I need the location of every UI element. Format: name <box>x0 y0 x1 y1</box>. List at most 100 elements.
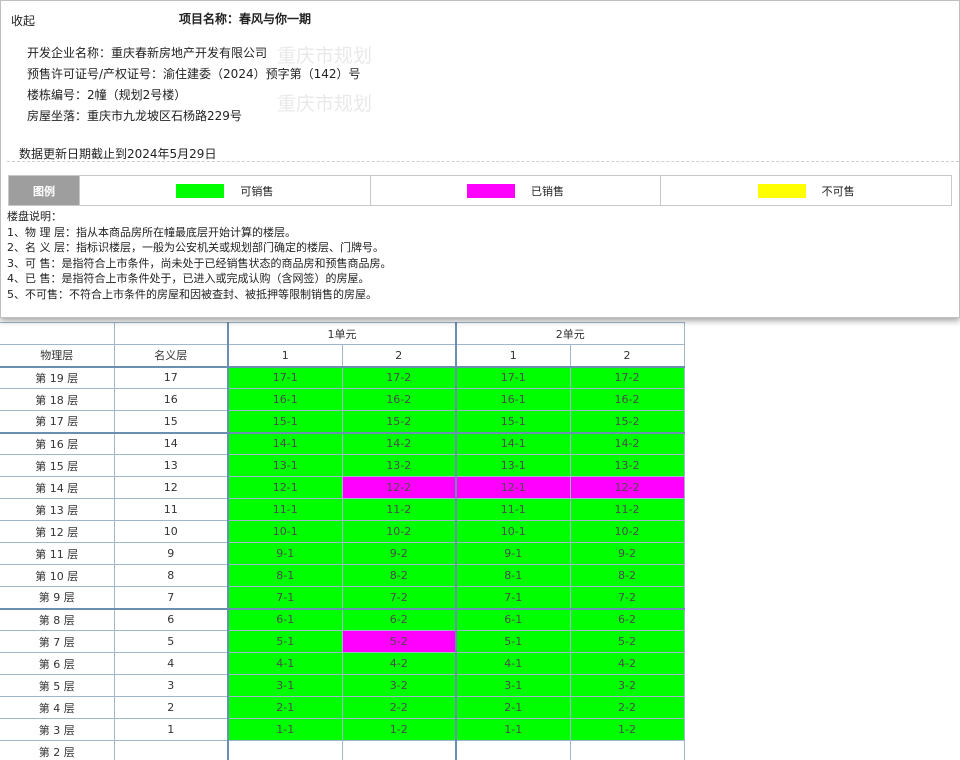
unit-cell[interactable]: 11-1 <box>455 498 571 521</box>
legend-swatch-available <box>176 183 225 198</box>
legend-item-available: 可销售 <box>79 176 370 205</box>
legend-bar: 图例 可销售 已销售 不可售 <box>8 175 952 206</box>
unit-cell[interactable]: 10-1 <box>227 520 343 543</box>
unit-cell[interactable]: 9-2 <box>341 542 457 565</box>
nominal-floor: 16 <box>113 388 229 411</box>
physical-floor: 第 2 层 <box>0 740 115 760</box>
nominal-floor: 3 <box>113 674 229 697</box>
unit-cell[interactable]: 11-2 <box>569 498 685 521</box>
note-item: 4、已 售：是指符合上市条件处于，已进入或完成认购（含网签）的房屋。 <box>7 272 370 285</box>
unit-cell[interactable]: 14-1 <box>227 431 343 455</box>
unit-cell[interactable]: 4-1 <box>227 652 343 675</box>
unit-cell[interactable]: 16-2 <box>341 388 457 411</box>
unit-cell[interactable]: 16-2 <box>569 388 685 411</box>
unit-cell[interactable]: 4-2 <box>341 652 457 675</box>
floor-row: 第 17 层 15 15-1 15-2 15-1 15-2 <box>0 410 685 433</box>
unit-cell[interactable]: 1-1 <box>227 718 343 741</box>
floor-row: 第 12 层 10 10-1 10-2 10-1 10-2 <box>0 520 685 543</box>
unit-cell[interactable]: 16-1 <box>455 388 571 411</box>
unit-cell[interactable]: 7-1 <box>455 586 571 609</box>
unit-cell[interactable]: 8-2 <box>569 564 685 587</box>
unit-cell[interactable]: 5-2 <box>569 630 685 653</box>
unit-cell[interactable]: 13-1 <box>227 454 343 477</box>
unit-cell[interactable]: 12-2 <box>341 476 457 499</box>
floor-row: 第 2 层 <box>0 740 685 760</box>
unit-cell[interactable]: 8-1 <box>227 564 343 587</box>
unit-cell[interactable]: 5-2 <box>341 630 457 653</box>
unit-cell[interactable]: 15-2 <box>569 410 685 433</box>
floor-row: 第 11 层 9 9-1 9-2 9-1 9-2 <box>0 542 685 565</box>
note-item: 5、不可售：不符合上市条件的房屋和因被查封、被抵押等限制销售的房屋。 <box>7 287 377 301</box>
legend-item-unavailable: 不可售 <box>660 176 951 205</box>
physical-floor: 第 15 层 <box>0 454 115 477</box>
unit-cell[interactable]: 11-2 <box>341 498 457 521</box>
collapse-button[interactable]: 收起 <box>11 12 35 29</box>
unit-cell[interactable]: 2-2 <box>569 696 685 719</box>
nominal-floor: 15 <box>113 410 229 433</box>
unit-cell[interactable]: 6-1 <box>227 607 343 631</box>
unit-cell[interactable]: 8-1 <box>455 564 571 587</box>
unit-cell[interactable]: 7-2 <box>569 586 685 609</box>
unit-cell[interactable]: 6-2 <box>341 607 457 631</box>
unit-cell[interactable]: 5-1 <box>227 630 343 653</box>
note-item: 2、名 义 层：指标识楼层，一般为公安机关或规划部门确定的楼层、门牌号。 <box>7 241 384 254</box>
unit-cell[interactable]: 2-1 <box>227 696 343 719</box>
unit-cell[interactable]: 8-2 <box>341 564 457 587</box>
unit-cell[interactable]: 15-1 <box>227 410 343 433</box>
unit-cell[interactable]: 15-1 <box>455 410 571 433</box>
unit-cell[interactable]: 4-1 <box>455 652 571 675</box>
permit-number: 预售许可证号/产权证号：渝住建委（2024）预字第（142）号 <box>27 67 361 81</box>
unit-cell[interactable]: 1-2 <box>569 718 685 741</box>
floor-row: 第 8 层 6 6-1 6-2 6-1 6-2 <box>0 607 685 631</box>
floor-row: 第 6 层 4 4-1 4-2 4-1 4-2 <box>0 652 685 675</box>
unit-cell[interactable]: 3-1 <box>227 674 343 697</box>
unit-cell[interactable]: 2-2 <box>341 696 457 719</box>
unit-cell[interactable]: 1-1 <box>455 718 571 741</box>
unit-cell[interactable]: 13-2 <box>569 454 685 477</box>
unit-cell[interactable]: 7-1 <box>227 586 343 609</box>
unit-cell[interactable]: 10-2 <box>341 520 457 543</box>
unit-cell[interactable]: 1-2 <box>341 718 457 741</box>
physical-floor: 第 16 层 <box>0 431 115 455</box>
floor-row: 第 3 层 1 1-1 1-2 1-1 1-2 <box>0 718 685 741</box>
physical-floor: 第 4 层 <box>0 696 115 719</box>
unit-cell[interactable]: 9-1 <box>227 542 343 565</box>
building-location: 房屋坐落：重庆市九龙坡区石杨路229号 <box>27 109 242 123</box>
unit-cell[interactable]: 14-2 <box>569 431 685 455</box>
unit-cell[interactable]: 14-1 <box>455 431 571 455</box>
unit-cell[interactable]: 6-2 <box>569 607 685 631</box>
unit-cell[interactable]: 12-1 <box>455 476 571 499</box>
physical-floor: 第 7 层 <box>0 630 115 653</box>
unit-cell[interactable]: 6-1 <box>455 607 571 631</box>
unit-cell[interactable]: 16-1 <box>227 388 343 411</box>
unit-cell[interactable]: 7-2 <box>341 586 457 609</box>
nominal-floor: 5 <box>113 630 229 653</box>
nominal-floor: 13 <box>113 454 229 477</box>
unit-cell[interactable]: 3-2 <box>341 674 457 697</box>
unit-cell[interactable]: 11-1 <box>227 498 343 521</box>
unit-cell[interactable]: 13-1 <box>455 454 571 477</box>
unit-cell[interactable]: 12-2 <box>569 476 685 499</box>
unit-cell[interactable]: 5-1 <box>455 630 571 653</box>
unit-cell[interactable]: 17-2 <box>341 365 457 389</box>
unit-cell[interactable]: 15-2 <box>341 410 457 433</box>
header-blank <box>113 322 229 345</box>
note-item: 3、可 售：是指符合上市条件，尚未处于已经销售状态的商品房和预售商品房。 <box>7 256 392 270</box>
unit-cell[interactable]: 4-2 <box>569 652 685 675</box>
unit-cell[interactable]: 13-2 <box>341 454 457 477</box>
unit-cell[interactable]: 12-1 <box>227 476 343 499</box>
unit-cell[interactable]: 2-1 <box>455 696 571 719</box>
unit-cell[interactable]: 17-1 <box>227 365 343 389</box>
room-number-header: 1 <box>227 344 343 367</box>
unit-cell[interactable]: 9-2 <box>569 542 685 565</box>
physical-floor: 第 13 层 <box>0 498 115 521</box>
unit-cell[interactable]: 14-2 <box>341 431 457 455</box>
floor-row: 第 5 层 3 3-1 3-2 3-1 3-2 <box>0 674 685 697</box>
unit-cell[interactable]: 9-1 <box>455 542 571 565</box>
unit-cell[interactable]: 3-2 <box>569 674 685 697</box>
unit-cell[interactable]: 17-2 <box>569 365 685 389</box>
unit-cell[interactable]: 10-1 <box>455 520 571 543</box>
unit-cell[interactable]: 10-2 <box>569 520 685 543</box>
unit-cell[interactable]: 3-1 <box>455 674 571 697</box>
unit-cell[interactable]: 17-1 <box>455 365 571 389</box>
